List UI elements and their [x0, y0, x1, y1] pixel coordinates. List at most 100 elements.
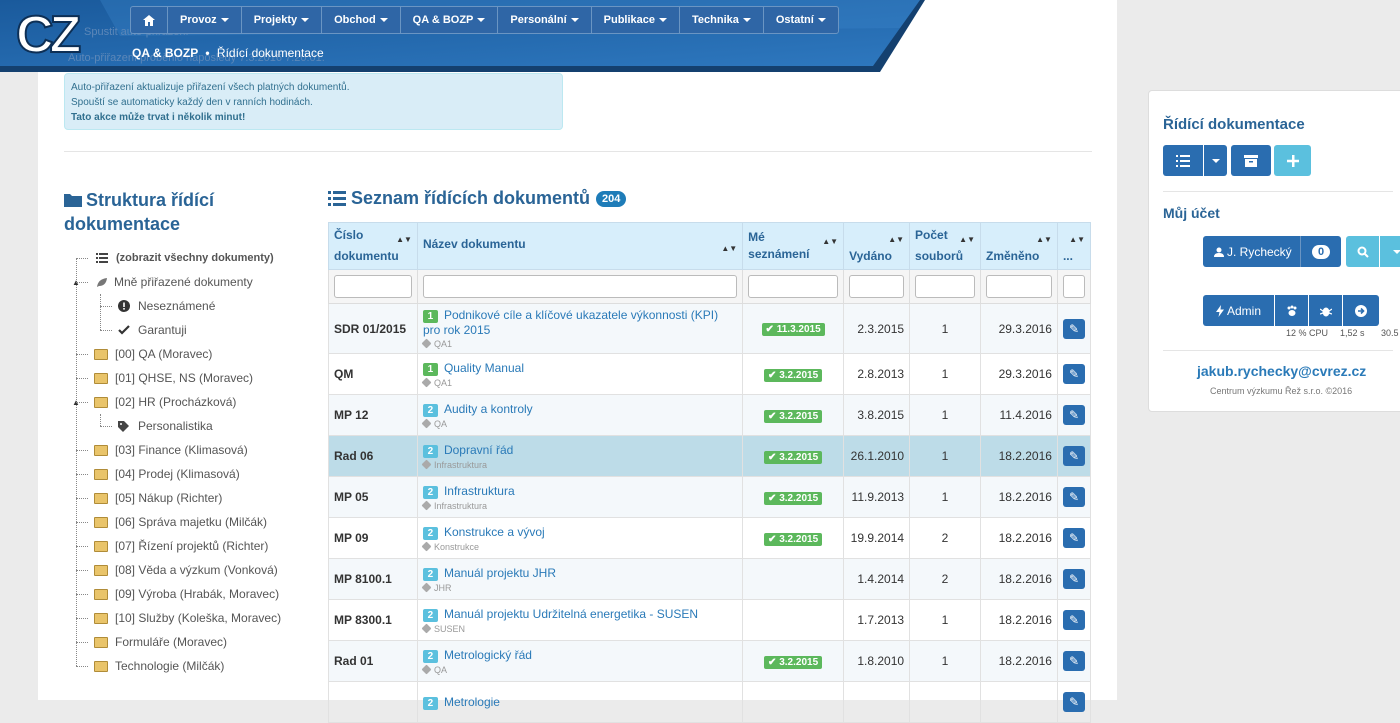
tree-item-folder-07[interactable]: [07] Řízení projektů (Richter) [72, 534, 302, 558]
filter-actions-input[interactable] [1063, 275, 1085, 298]
edit-button[interactable]: ✎ [1063, 319, 1085, 339]
document-link[interactable]: Podnikové cíle a klíčové ukazatele výkon… [423, 308, 718, 337]
table-row[interactable]: Rad 062Dopravní řádInfrastruktura✔ 3.2.2… [329, 436, 1091, 477]
debug-button[interactable] [1309, 295, 1342, 326]
table-row[interactable]: MP 122Audity a kontrolyQA✔ 3.2.20153.8.2… [329, 395, 1091, 436]
document-tag[interactable]: QA1 [423, 378, 737, 388]
filter-files-input[interactable] [915, 275, 975, 298]
table-row[interactable]: MP 052InfrastrukturaInfrastruktura✔ 3.2.… [329, 477, 1091, 518]
document-link[interactable]: Konstrukce a vývoj [444, 525, 545, 539]
document-link[interactable]: Audity a kontroly [444, 402, 533, 416]
document-link[interactable]: Metrologický řád [444, 648, 532, 662]
nav-publikace[interactable]: Publikace [592, 7, 680, 33]
edit-button[interactable]: ✎ [1063, 364, 1085, 384]
column-header-title[interactable]: ▲▼Název dokumentu [417, 223, 742, 270]
tree-item-folder-04[interactable]: [04] Prodej (Klimasová) [72, 462, 302, 486]
document-link[interactable]: Dopravní řád [444, 443, 513, 457]
document-link[interactable]: Metrologie [444, 695, 500, 709]
edit-button[interactable]: ✎ [1063, 446, 1085, 466]
table-row[interactable]: MP 092Konstrukce a vývojKonstrukce✔ 3.2.… [329, 518, 1091, 559]
tree-item-folder-03[interactable]: [03] Finance (Klimasová) [72, 438, 302, 462]
nav-provoz[interactable]: Provoz [168, 7, 242, 33]
tree-item-technology[interactable]: Technologie (Milčák) [72, 654, 302, 678]
nav-technika[interactable]: Technika [680, 7, 764, 33]
tree-item-personalistika[interactable]: Personalistika [72, 414, 302, 438]
filter-issued-input[interactable] [849, 275, 904, 298]
tree-item-folder-10[interactable]: [10] Služby (Koleška, Moravec) [72, 606, 302, 630]
document-tag[interactable]: Infrastruktura [423, 501, 737, 511]
tree-item-folder-09[interactable]: [09] Výroba (Hrabák, Moravec) [72, 582, 302, 606]
version-badge: 2 [423, 486, 438, 499]
column-header-acknowledgement[interactable]: ▲▼Mé seznámení [743, 223, 844, 270]
document-link[interactable]: Quality Manual [444, 361, 524, 375]
breadcrumb-section[interactable]: QA & BOZP [132, 46, 198, 60]
user-email-link[interactable]: jakub.rychecky@cvrez.cz [1197, 363, 1366, 379]
archive-button[interactable] [1231, 145, 1271, 176]
table-row[interactable]: MP 8300.12Manuál projektu Udržitelná ene… [329, 600, 1091, 641]
document-tag[interactable]: Infrastruktura [423, 460, 737, 470]
edit-button[interactable]: ✎ [1063, 692, 1085, 712]
user-button[interactable]: J. Rychecký [1203, 236, 1300, 267]
tree-item-all[interactable]: (zobrazit všechny dokumenty) [72, 246, 302, 270]
nav-home[interactable] [131, 7, 168, 33]
filter-changed-input[interactable] [986, 275, 1052, 298]
check-icon: ✔ [766, 324, 777, 335]
edit-button[interactable]: ✎ [1063, 528, 1085, 548]
list-view-button[interactable] [1163, 145, 1203, 176]
tree-item-folder-01[interactable]: [01] QHSE, NS (Moravec) [72, 366, 302, 390]
notifications-button[interactable]: 0 [1300, 236, 1341, 267]
edit-button[interactable]: ✎ [1063, 569, 1085, 589]
document-tag[interactable]: Konstrukce [423, 542, 737, 552]
tag-icon [422, 377, 432, 387]
document-link[interactable]: Manuál projektu JHR [444, 566, 556, 580]
column-header-changed[interactable]: ▲▼Změněno [981, 223, 1058, 270]
filter-number-input[interactable] [334, 275, 412, 298]
table-row[interactable]: 2Metrologie✎ [329, 682, 1091, 723]
document-link[interactable]: Infrastruktura [444, 484, 515, 498]
document-tag[interactable]: SUSEN [423, 624, 737, 634]
document-tag[interactable]: QA [423, 665, 737, 675]
tree-item-forms[interactable]: Formuláře (Moravec) [72, 630, 302, 654]
document-link[interactable]: Manuál projektu Udržitelná energetika - … [444, 607, 698, 621]
tree-item-folder-08[interactable]: [08] Věda a výzkum (Vonková) [72, 558, 302, 582]
admin-button[interactable]: Admin [1203, 295, 1274, 326]
column-header-actions[interactable]: ▲▼... [1057, 223, 1090, 270]
tree-item-folder-00[interactable]: [00] QA (Moravec) [72, 342, 302, 366]
table-row[interactable]: SDR 01/20151Podnikové cíle a klíčové uka… [329, 304, 1091, 354]
edit-button[interactable]: ✎ [1063, 405, 1085, 425]
nav-projekty[interactable]: Projekty [242, 7, 322, 33]
edit-button[interactable]: ✎ [1063, 651, 1085, 671]
nav-ostatni[interactable]: Ostatní [764, 7, 838, 33]
list-view-dropdown-button[interactable] [1204, 145, 1227, 176]
tree-item-guarantee[interactable]: Garantuji [72, 318, 302, 342]
document-tag[interactable]: QA1 [423, 339, 737, 349]
filter-acknowledgement-input[interactable] [748, 275, 838, 298]
column-header-number[interactable]: ▲▼Číslo dokumentu [329, 223, 418, 270]
nav-personalni[interactable]: Personální [498, 7, 591, 33]
nav-obchod[interactable]: Obchod [322, 7, 401, 33]
acknowledged-badge: ✔ 3.2.2015 [764, 410, 822, 423]
search-button[interactable] [1346, 236, 1379, 267]
table-row[interactable]: QM1Quality ManualQA1✔ 3.2.20152.8.201312… [329, 354, 1091, 395]
edit-button[interactable]: ✎ [1063, 610, 1085, 630]
filter-title-input[interactable] [423, 275, 737, 298]
document-tag[interactable]: JHR [423, 583, 737, 593]
column-header-files[interactable]: ▲▼Počet souborů [910, 223, 981, 270]
logout-button[interactable] [1343, 295, 1379, 326]
nav-qa-bozp[interactable]: QA & BOZP [401, 7, 499, 33]
table-row[interactable]: Rad 012Metrologický řádQA✔ 3.2.20151.8.2… [329, 641, 1091, 682]
tree-item-folder-05[interactable]: [05] Nákup (Richter) [72, 486, 302, 510]
table-row[interactable]: MP 8100.12Manuál projektu JHRJHR1.4.2014… [329, 559, 1091, 600]
add-document-button[interactable] [1274, 145, 1311, 176]
tree-item-assigned[interactable]: ▲ Mně přiřazené dokumenty [72, 270, 302, 294]
tree-item-folder-06[interactable]: [06] Správa majetku (Milčák) [72, 510, 302, 534]
column-header-issued[interactable]: ▲▼Vydáno [844, 223, 910, 270]
logo-icon[interactable]: CZ [14, 6, 114, 62]
document-tag[interactable]: QA [423, 419, 737, 429]
paw-button[interactable] [1275, 295, 1308, 326]
tree-item-folder-02[interactable]: ▲ [02] HR (Procházková) [72, 390, 302, 414]
tree-item-unacknowledged[interactable]: Neseznámené [72, 294, 302, 318]
list-icon [328, 191, 346, 206]
edit-button[interactable]: ✎ [1063, 487, 1085, 507]
search-dropdown-button[interactable] [1380, 236, 1400, 267]
